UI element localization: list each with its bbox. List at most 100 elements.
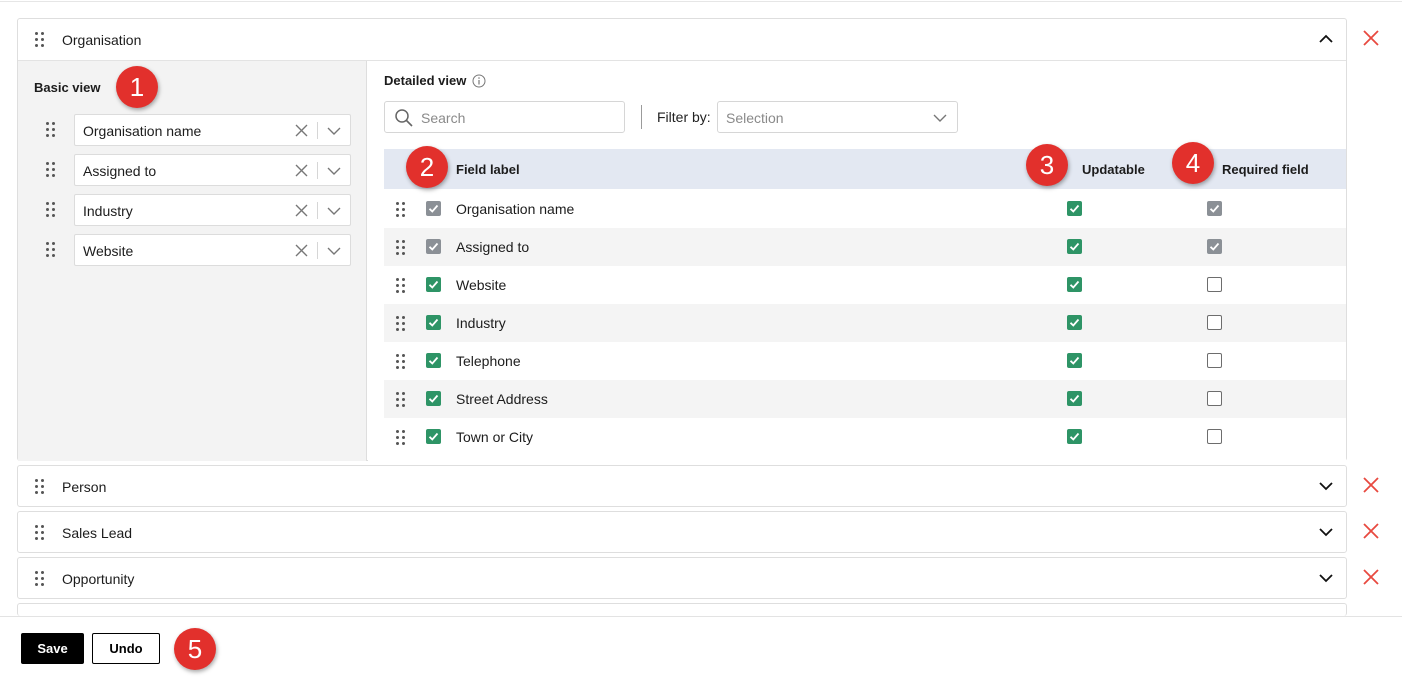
section-sales-lead[interactable]: Sales Lead (17, 511, 1347, 553)
clear-icon[interactable] (295, 164, 308, 177)
chevron-down-icon[interactable] (327, 125, 341, 137)
updatable-checkbox[interactable] (1067, 201, 1082, 216)
annotation-badge: 2 (406, 146, 448, 188)
column-field-label[interactable]: Field label (456, 162, 520, 177)
required-checkbox (1207, 239, 1222, 254)
basic-field-select[interactable]: Industry (74, 194, 351, 226)
drag-handle-icon[interactable] (46, 242, 56, 258)
drag-handle-icon[interactable] (396, 240, 406, 256)
column-updatable[interactable]: Updatable (1082, 162, 1145, 177)
basic-field-select[interactable]: Assigned to (74, 154, 351, 186)
clear-icon[interactable] (295, 204, 308, 217)
table-row: Organisation name (384, 190, 1346, 228)
field-select-checkbox[interactable] (426, 315, 441, 330)
required-checkbox[interactable] (1207, 315, 1222, 330)
updatable-checkbox[interactable] (1067, 277, 1082, 292)
basic-field-select[interactable]: Organisation name (74, 114, 351, 146)
chevron-down-icon[interactable] (327, 205, 341, 217)
drag-handle-icon[interactable] (396, 278, 406, 294)
field-select-checkbox (426, 239, 441, 254)
drag-handle-icon[interactable] (46, 122, 56, 138)
table-row: Assigned to (384, 228, 1346, 266)
chevron-down-icon[interactable] (327, 245, 341, 257)
drag-handle-icon[interactable] (396, 316, 406, 332)
section-header[interactable]: Sales Lead (18, 512, 1346, 552)
chevron-down-icon[interactable] (1318, 524, 1334, 540)
field-label: Telephone (456, 353, 521, 369)
drag-handle-icon[interactable] (35, 32, 45, 48)
info-icon[interactable] (472, 74, 486, 88)
drag-handle-icon[interactable] (396, 202, 406, 218)
drag-handle-icon[interactable] (35, 525, 45, 541)
search-field[interactable] (384, 101, 625, 133)
remove-section-icon[interactable] (1362, 522, 1380, 540)
basic-field-row: Organisation name (18, 114, 367, 146)
chevron-down-icon[interactable] (327, 165, 341, 177)
chevron-down-icon[interactable] (1318, 478, 1334, 494)
table-row: Industry (384, 304, 1346, 342)
chevron-down-icon (933, 114, 947, 122)
required-checkbox[interactable] (1207, 391, 1222, 406)
divider (317, 242, 318, 259)
section-title: Opportunity (62, 571, 135, 587)
table-row: Telephone (384, 342, 1346, 380)
field-label: Website (456, 277, 507, 293)
section-content: Basic view Organisation name Assigned to (18, 60, 1346, 461)
field-select-checkbox[interactable] (426, 277, 441, 292)
filter-label: Filter by: (657, 109, 711, 125)
drag-handle-icon[interactable] (46, 162, 56, 178)
section-opportunity[interactable]: Opportunity (17, 557, 1347, 599)
drag-handle-icon[interactable] (396, 392, 406, 408)
drag-handle-icon[interactable] (35, 479, 45, 495)
field-label: Town or City (456, 429, 534, 445)
section-person[interactable]: Person (17, 465, 1347, 507)
field-label: Organisation name (456, 201, 575, 217)
table-row: Town or City (384, 418, 1346, 456)
annotation-badge: 3 (1026, 144, 1068, 186)
updatable-checkbox[interactable] (1067, 429, 1082, 444)
section-header[interactable]: Organisation (18, 19, 1346, 59)
chevron-down-icon[interactable] (1318, 570, 1334, 586)
table-row: Street Address (384, 380, 1346, 418)
basic-field-select[interactable]: Website (74, 234, 351, 266)
drag-handle-icon[interactable] (396, 354, 406, 370)
updatable-checkbox[interactable] (1067, 315, 1082, 330)
required-checkbox[interactable] (1207, 353, 1222, 368)
basic-field-value: Organisation name (83, 123, 202, 139)
section-title: Organisation (62, 32, 142, 48)
column-required[interactable]: Required field (1222, 162, 1309, 177)
field-select-checkbox[interactable] (426, 429, 441, 444)
clear-icon[interactable] (295, 244, 308, 257)
field-select-checkbox (426, 201, 441, 216)
field-label: Assigned to (456, 239, 530, 255)
basic-view-title: Basic view (34, 80, 101, 95)
undo-button[interactable]: Undo (92, 633, 160, 664)
remove-section-icon[interactable] (1362, 476, 1380, 494)
remove-section-icon[interactable] (1362, 29, 1380, 47)
field-select-checkbox[interactable] (426, 353, 441, 368)
field-label: Industry (456, 315, 506, 331)
required-checkbox[interactable] (1207, 429, 1222, 444)
save-button[interactable]: Save (21, 633, 84, 664)
drag-handle-icon[interactable] (35, 571, 45, 587)
drag-handle-icon[interactable] (396, 430, 406, 446)
section-header[interactable]: Opportunity (18, 558, 1346, 598)
field-select-checkbox[interactable] (426, 391, 441, 406)
updatable-checkbox[interactable] (1067, 239, 1082, 254)
divider (317, 202, 318, 219)
filter-value: Selection (726, 110, 784, 126)
updatable-checkbox[interactable] (1067, 353, 1082, 368)
remove-section-icon[interactable] (1362, 568, 1380, 586)
chevron-up-icon[interactable] (1318, 31, 1334, 47)
required-checkbox[interactable] (1207, 277, 1222, 292)
drag-handle-icon[interactable] (46, 202, 56, 218)
updatable-checkbox[interactable] (1067, 391, 1082, 406)
filter-select[interactable]: Selection (717, 101, 958, 133)
section-header[interactable]: Person (18, 466, 1346, 506)
divider (317, 122, 318, 139)
annotation-badge: 1 (116, 66, 158, 108)
clear-icon[interactable] (295, 124, 308, 137)
field-label: Street Address (456, 391, 548, 407)
basic-field-value: Industry (83, 203, 133, 219)
search-input[interactable] (421, 108, 611, 128)
